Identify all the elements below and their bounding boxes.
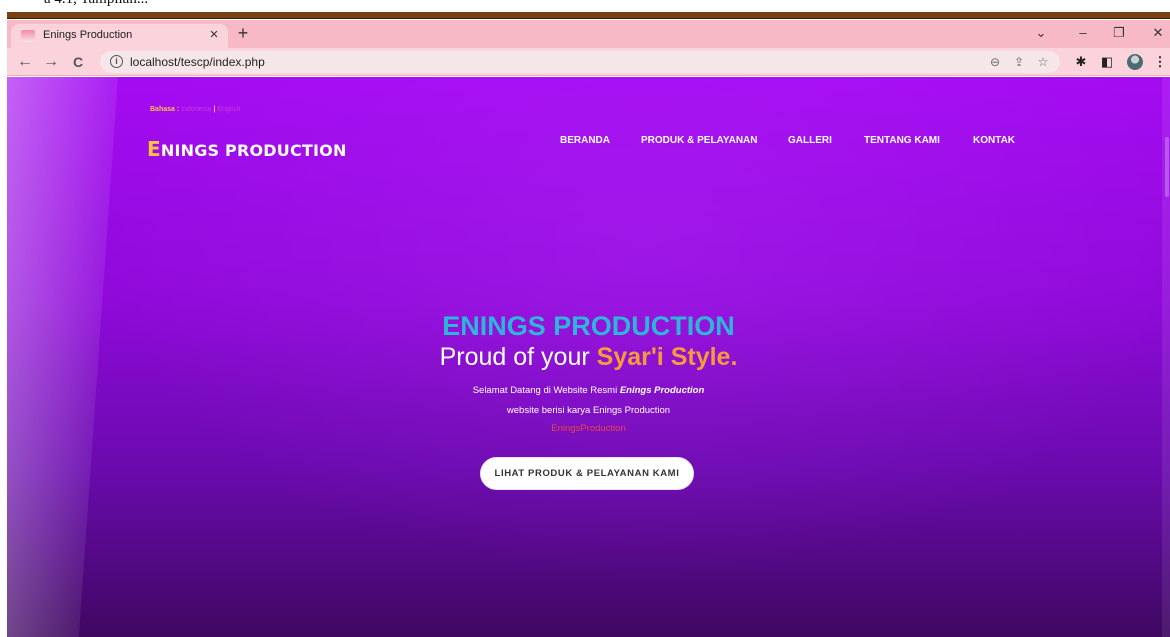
profile-avatar[interactable] (1127, 54, 1143, 70)
page-viewport: Bahasa : Indonesia | English ENINGS PROD… (7, 77, 1170, 637)
hero-tagline: Proud of your Syar'i Style. (7, 343, 1170, 372)
document-fragment-text: a 4.1, Tampilan... (44, 0, 148, 8)
scrollbar-thumb[interactable] (1165, 137, 1169, 197)
reload-icon[interactable]: C (68, 52, 88, 72)
minimize-icon[interactable]: – (1072, 23, 1094, 43)
language-switcher: Bahasa : Indonesia | English (150, 106, 240, 113)
zoom-icon[interactable]: ⊖ (986, 53, 1004, 71)
view-products-button[interactable]: LIHAT PRODUK & PELAYANAN KAMI (480, 457, 694, 490)
hero-title: ENINGS PRODUCTION (442, 311, 735, 341)
nav-link-beranda[interactable]: BERANDA (560, 135, 610, 146)
side-panel-icon[interactable]: ◧ (1097, 52, 1117, 72)
site-logo[interactable]: ENINGS PRODUCTION (147, 137, 347, 161)
browser-toolbar: ← → C i localhost/tescp/index.php ⊖ ⇪ ☆ … (7, 48, 1170, 76)
language-option-english[interactable]: English (217, 106, 240, 113)
language-option-indonesia[interactable]: Indonesia (181, 106, 211, 113)
logo-text: NINGS PRODUCTION (160, 141, 347, 160)
active-tab[interactable]: Enings Production × (11, 24, 228, 48)
browser-menu-icon[interactable]: ⋮ (1150, 52, 1170, 72)
close-window-icon[interactable]: ✕ (1147, 23, 1169, 43)
tagline-highlight: Syar'i Style. (596, 343, 738, 371)
nav-link-tentang-kami[interactable]: TENTANG KAMI (864, 135, 940, 146)
language-label: Bahasa : (150, 106, 180, 113)
tagline-prefix: Proud of your (439, 343, 597, 371)
url-text[interactable]: localhost/tescp/index.php (130, 55, 265, 69)
forward-icon[interactable]: → (41, 52, 61, 72)
tab-strip: Enings Production × + ⌄ – ❐ ✕ (7, 20, 1170, 48)
document-border-line (7, 12, 1170, 19)
share-icon[interactable]: ⇪ (1010, 53, 1028, 71)
hero-welcome-text: Selamat Datang di Website Resmi Enings P… (7, 385, 1170, 396)
restore-icon[interactable]: ❐ (1108, 23, 1130, 43)
bookmark-star-icon[interactable]: ☆ (1034, 53, 1052, 71)
nav-link-kontak[interactable]: KONTAK (973, 135, 1015, 146)
tab-close-icon[interactable]: × (206, 26, 222, 44)
hero-description: website berisi karya Enings Production (506, 405, 671, 416)
tab-title: Enings Production (43, 29, 133, 41)
nav-link-galleri[interactable]: GALLERI (788, 135, 832, 146)
site-info-icon[interactable]: i (110, 55, 123, 68)
address-bar[interactable]: i localhost/tescp/index.php ⊖ ⇪ ☆ (100, 51, 1060, 73)
extensions-puzzle-icon[interactable]: ✱ (1071, 52, 1091, 72)
logo-first-letter: E (147, 137, 161, 161)
enings-favicon-icon (21, 30, 35, 42)
hero-handle: EningsProduction (551, 423, 626, 434)
nav-link-produk-pelayanan[interactable]: PRODUK & PELAYANAN (641, 135, 758, 146)
page-scrollbar[interactable] (1162, 77, 1170, 637)
tab-search-icon[interactable]: ⌄ (1030, 23, 1052, 43)
language-separator: | (213, 106, 216, 113)
browser-window: Enings Production × + ⌄ – ❐ ✕ ← → C i lo… (7, 20, 1170, 637)
welcome-emphasis: Enings Production (619, 385, 705, 396)
welcome-prefix: Selamat Datang di Website Resmi (472, 385, 620, 396)
document-page-top: a 4.1, Tampilan... (0, 0, 1170, 20)
new-tab-icon[interactable]: + (233, 23, 253, 43)
back-icon[interactable]: ← (15, 52, 35, 72)
